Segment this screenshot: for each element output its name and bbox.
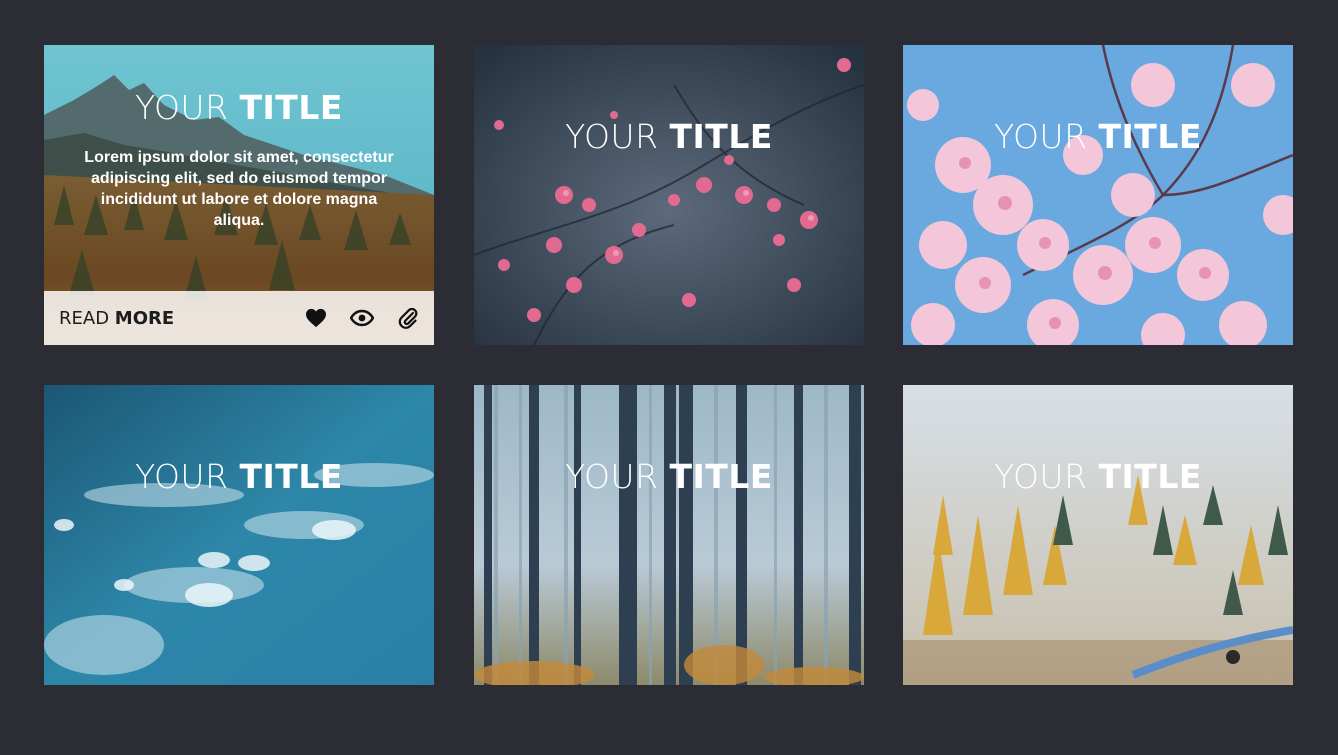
card-title: YOUR TITLE <box>474 457 864 496</box>
card-title: YOUR TITLE <box>44 88 434 127</box>
card-mountain-forest[interactable]: YOUR TITLE Lorem ipsum dolor sit amet, c… <box>44 45 434 345</box>
card-title: YOUR TITLE <box>903 117 1293 156</box>
card-title: YOUR TITLE <box>44 457 434 496</box>
card-title-light: YOUR <box>994 457 1088 496</box>
image-card-grid: YOUR TITLE Lorem ipsum dolor sit amet, c… <box>0 0 1338 755</box>
card-title-bold: TITLE <box>239 88 343 127</box>
card-image-cherry-blossom <box>903 45 1293 345</box>
card-image-blossoms-dark <box>474 45 864 345</box>
eye-icon[interactable] <box>350 306 374 330</box>
card-cherry-blossom[interactable]: YOUR TITLE <box>903 45 1293 345</box>
heart-icon[interactable] <box>304 306 328 330</box>
card-title: YOUR TITLE <box>474 117 864 156</box>
read-more-light: READ <box>59 307 110 329</box>
card-title-light: YOUR <box>135 457 229 496</box>
card-misty-forest[interactable]: YOUR TITLE <box>474 385 864 685</box>
card-title-bold: TITLE <box>1098 457 1202 496</box>
card-description: Lorem ipsum dolor sit amet, consectetur … <box>84 149 394 229</box>
card-blue-sky[interactable]: YOUR TITLE <box>44 385 434 685</box>
card-title-light: YOUR <box>565 457 659 496</box>
card-title-light: YOUR <box>994 117 1088 156</box>
read-more-bold: MORE <box>114 307 175 329</box>
card-image-autumn-hillside <box>903 385 1293 685</box>
card-dark-blossoms[interactable]: YOUR TITLE <box>474 45 864 345</box>
card-actions <box>304 306 420 330</box>
card-title-bold: TITLE <box>669 117 773 156</box>
card-footer: READ MORE <box>44 291 434 345</box>
read-more-link[interactable]: READ MORE <box>59 308 174 329</box>
paperclip-icon[interactable] <box>396 306 420 330</box>
card-image-misty-forest <box>474 385 864 685</box>
card-title-bold: TITLE <box>239 457 343 496</box>
card-title-bold: TITLE <box>1098 117 1202 156</box>
card-title-bold: TITLE <box>669 457 773 496</box>
card-title: YOUR TITLE <box>903 457 1293 496</box>
card-autumn-hillside[interactable]: YOUR TITLE <box>903 385 1293 685</box>
card-image-sky <box>44 385 434 685</box>
card-title-light: YOUR <box>135 88 229 127</box>
card-title-light: YOUR <box>565 117 659 156</box>
